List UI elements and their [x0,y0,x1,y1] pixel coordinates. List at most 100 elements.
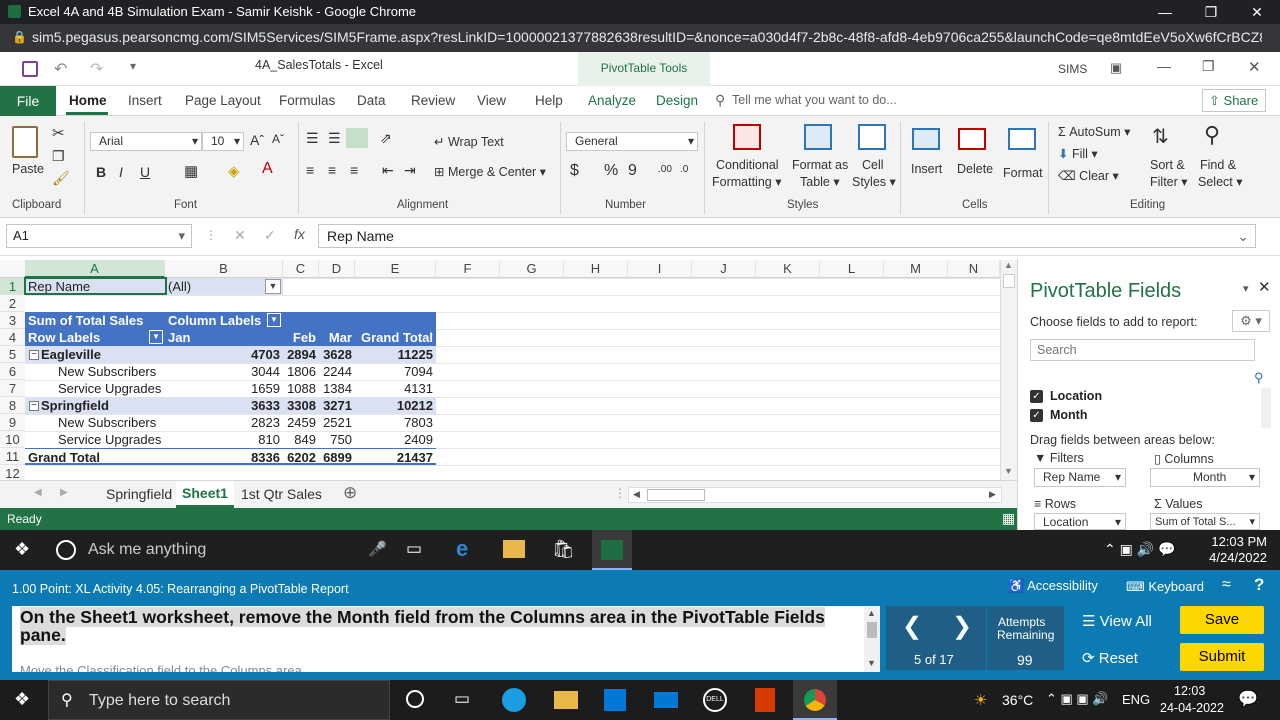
cancel-entry-icon[interactable]: ✕ [234,227,246,244]
pivot-value-cell[interactable]: 2894 [283,346,319,363]
save-button[interactable]: Save [1180,606,1264,634]
undo-icon[interactable]: ↶ [54,59,67,79]
pivot-value-cell[interactable]: 4131 [355,380,436,397]
pivot-item-label[interactable]: Service Upgrades [25,431,165,448]
address-bar[interactable]: 🔒 sim5.pegasus.pearsoncmg.com/SIM5Servic… [0,24,1280,52]
row-header[interactable]: 10 [0,431,25,448]
field-month[interactable]: ✓ Month [1030,408,1087,422]
column-header[interactable]: B [165,260,283,278]
h-scroll-thumb[interactable] [647,489,705,501]
scroll-up-icon[interactable]: ▲ [1004,260,1013,270]
insert-function-icon[interactable]: fx [294,226,305,242]
pivot-value-cell[interactable]: 849 [283,431,319,448]
fill-button[interactable]: ⬇ Fill ▾ [1058,146,1098,161]
pivot-grand-total-label[interactable]: Grand Total [25,448,165,465]
bottom-align-icon[interactable] [346,128,368,148]
tab-review[interactable]: Review [411,93,455,108]
pivot-value-cell[interactable]: 2521 [319,414,355,431]
pivot-value-cell[interactable]: 1659 [165,380,283,397]
decrease-font-icon[interactable]: Aˇ [272,132,284,146]
column-header[interactable]: D [319,260,355,278]
font-color-icon[interactable]: A [262,160,273,178]
search-icon[interactable]: ⚲ [1254,370,1264,386]
table-label[interactable]: Table ▾ [800,174,840,189]
field-location[interactable]: ✓ Location [1030,389,1102,403]
close-icon[interactable]: ✕ [1234,0,1280,24]
row-header[interactable]: 5 [0,346,25,363]
next-sheet-icon[interactable]: ▶ [60,487,68,498]
pivot-value-cell[interactable]: 810 [165,431,283,448]
conditional-formatting-icon[interactable] [733,124,761,150]
sheet-tab-1st-qtr-sales[interactable]: 1st Qtr Sales [241,486,322,502]
cell-label[interactable]: Cell [862,158,884,172]
formatting-label[interactable]: Formatting ▾ [712,174,782,189]
store-icon[interactable]: 🛍 [552,539,575,560]
format-as-label[interactable]: Format as [792,158,848,172]
row-header[interactable]: 2 [0,295,25,312]
tab-design[interactable]: Design [656,93,698,108]
taskbar-search-input[interactable]: Type here to search [89,692,230,710]
pivot-group-label[interactable]: Eagleville [25,346,165,363]
values-sum-chip[interactable]: Sum of Total S... ▾ [1150,513,1260,530]
task-view-icon[interactable]: ▭ [454,689,470,709]
column-header[interactable]: F [436,260,500,278]
column-header[interactable]: A [25,260,165,278]
align-center-icon[interactable]: ≡ [328,162,336,178]
underline-icon[interactable]: U [140,164,150,180]
column-header[interactable]: K [756,260,820,278]
column-header[interactable]: E [355,260,436,278]
copy-icon[interactable]: ❐ [52,148,65,165]
clear-button[interactable]: ⌫ Clear ▾ [1058,168,1119,183]
column-header[interactable]: M [884,260,948,278]
tray-icons[interactable]: ⌃ ▣ ▣ 🔊 [1046,691,1108,707]
filters-rep-name-chip[interactable]: Rep Name ▾ [1034,468,1126,487]
format-cells-icon[interactable] [1008,128,1036,150]
row-header[interactable]: 1 [0,278,25,295]
column-header[interactable]: I [628,260,692,278]
middle-align-icon[interactable]: ☰ [328,130,341,147]
edge-icon[interactable] [502,688,526,712]
insert-cells-label[interactable]: Insert [911,162,942,176]
windows-start-icon[interactable]: ❖ [14,689,30,710]
next-task-icon[interactable]: ❯ [952,612,972,641]
chrome-taskbar-button[interactable] [793,680,837,720]
pivot-values-header[interactable]: Sum of Total Sales [25,312,165,329]
increase-indent-icon[interactable]: ⇥ [404,162,416,179]
pivot-value-cell[interactable]: 21437 [355,448,436,465]
pivot-value-cell[interactable]: 7094 [355,363,436,380]
pivot-value-cell[interactable]: 1384 [319,380,355,397]
insert-cells-icon[interactable] [912,128,940,150]
scroll-thumb[interactable] [867,622,877,638]
pivot-value-cell[interactable]: 10212 [355,397,436,414]
tab-insert[interactable]: Insert [128,93,162,108]
paste-icon[interactable] [12,126,38,158]
pivot-col-grand-total[interactable]: Grand Total [355,329,436,346]
excel-taskbar-button[interactable] [592,530,632,570]
scroll-down-icon[interactable]: ▼ [867,658,876,668]
pivot-item-label[interactable]: New Subscribers [25,414,165,431]
pivot-header-cell[interactable] [319,312,355,329]
tab-formulas[interactable]: Formulas [279,93,335,108]
pane-settings-button[interactable]: ⚙ ▾ [1232,310,1270,332]
ribbon-display-icon[interactable]: ▣ [1110,60,1122,76]
checkbox-checked-icon[interactable]: ✓ [1030,389,1043,403]
name-box[interactable]: A1 ▾ [6,224,192,248]
cortana-icon[interactable] [406,690,424,708]
pivot-item-label[interactable]: Service Upgrades [25,380,165,397]
columns-month-chip[interactable]: Month ▾ [1150,468,1260,487]
orientation-icon[interactable]: ⇗ [380,130,392,147]
percent-icon[interactable]: % [604,162,618,180]
pivot-value-cell[interactable]: 1806 [283,363,319,380]
pivot-value-cell[interactable]: 6899 [319,448,355,465]
excel-restore-icon[interactable]: ❐ [1202,58,1215,75]
find-select-label-2[interactable]: Select ▾ [1198,174,1243,189]
delete-cells-icon[interactable] [958,128,986,150]
pivot-value-cell[interactable]: 2459 [283,414,319,431]
account-name[interactable]: SIMS [1058,62,1087,76]
column-header[interactable]: C [283,260,319,278]
align-right-icon[interactable]: ≡ [350,162,358,178]
share-button[interactable]: ⇧ Share [1202,89,1266,112]
row-header[interactable]: 4 [0,329,25,346]
pivot-value-cell[interactable]: 2244 [319,363,355,380]
column-header[interactable]: H [564,260,628,278]
